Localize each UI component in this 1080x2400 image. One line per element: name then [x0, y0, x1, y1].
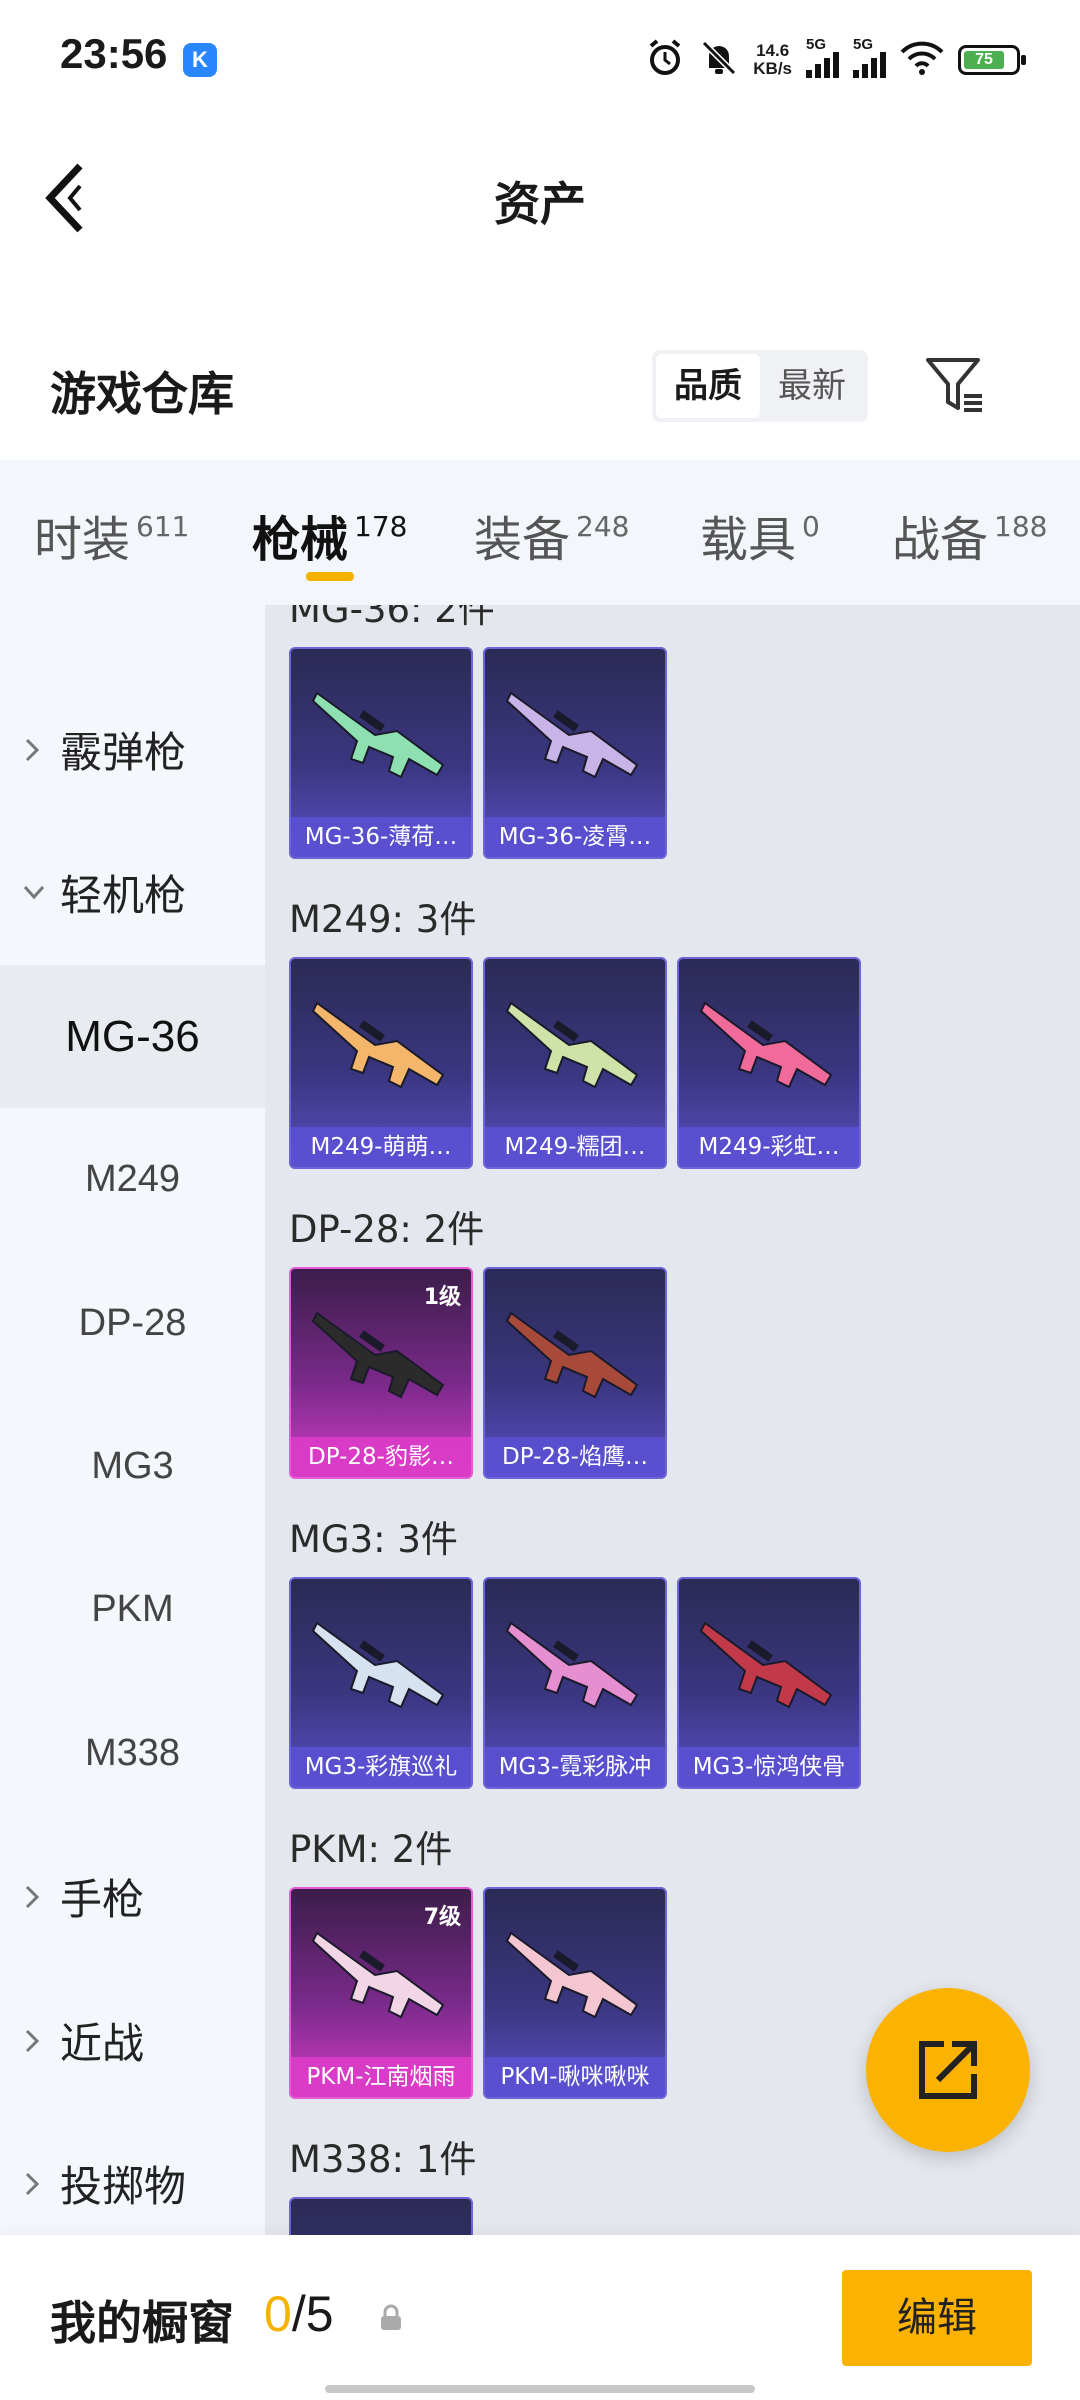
- chevron-down-icon: [23, 885, 45, 900]
- warehouse-title: 游戏仓库: [50, 367, 234, 421]
- sidebar-item-shotgun[interactable]: 霰弹枪: [0, 678, 265, 821]
- item-card[interactable]: MG3-霓彩脉冲: [483, 1577, 667, 1789]
- showcase-title: 我的橱窗: [50, 2296, 234, 2350]
- lock-icon: [381, 2304, 401, 2330]
- network-speed: 14.6 KB/s: [753, 41, 792, 78]
- weapon-skin-image: [311, 1931, 445, 2019]
- tab-equipment[interactable]: 装备 248: [474, 500, 629, 570]
- sort-quality-option[interactable]: 品质: [656, 354, 760, 418]
- item-card[interactable]: 1级 DP-28-豹影…: [289, 1267, 473, 1479]
- item-card[interactable]: M249-糯团…: [483, 957, 667, 1169]
- sidebar-item-dp28[interactable]: DP-28: [0, 1252, 265, 1395]
- chevron-right-icon: [25, 2029, 40, 2053]
- item-card[interactable]: MG-36-薄荷…: [289, 647, 473, 859]
- item-card[interactable]: M249-萌萌…: [289, 957, 473, 1169]
- group-label: DP-28: 2件: [289, 1208, 485, 1251]
- weapon-skin-image: [505, 1931, 639, 2019]
- clock: 23:56: [60, 30, 168, 77]
- sidebar-item-mg36[interactable]: MG-36: [0, 965, 265, 1108]
- weapon-skin-image: [305, 2223, 461, 2235]
- home-indicator: [325, 2385, 755, 2393]
- filter-icon: [926, 358, 982, 412]
- sidebar-item-pkm[interactable]: PKM: [0, 1538, 265, 1681]
- item-card[interactable]: PKM-啾咪啾咪: [483, 1887, 667, 2099]
- sidebar-item-mg3[interactable]: MG3: [0, 1395, 265, 1538]
- weapon-skin-image: [311, 691, 445, 779]
- sort-newest-option[interactable]: 最新: [760, 354, 864, 418]
- weapon-skin-image: [505, 1001, 639, 1089]
- tab-vehicles[interactable]: 载具 0: [700, 500, 820, 570]
- app-header: 资产: [0, 120, 1080, 270]
- sort-toggle: 品质 最新: [652, 350, 868, 422]
- weapon-skin-image: [699, 1621, 833, 1709]
- battery-icon: 75: [958, 45, 1026, 75]
- group-label: MG-36: 2件: [289, 605, 495, 631]
- tab-firearms[interactable]: 枪械 178: [252, 500, 407, 570]
- weapon-skin-image: [505, 1311, 639, 1399]
- weapon-skin-image: [505, 1621, 639, 1709]
- share-external-icon: [919, 2041, 977, 2099]
- group-label: PKM: 2件: [289, 1828, 453, 1871]
- sidebar-item-melee[interactable]: 近战: [0, 1969, 265, 2112]
- group-label: M249: 3件: [289, 898, 477, 941]
- item-card[interactable]: MG-36-凌霄…: [483, 647, 667, 859]
- weapon-skin-image: [505, 691, 639, 779]
- category-tabs: 时装 611 枪械 178 装备 248 载具 0 战备 188: [0, 460, 1080, 605]
- edit-button[interactable]: 编辑: [842, 2270, 1032, 2366]
- showcase-bar: 我的橱窗 0/5 编辑: [0, 2235, 1080, 2400]
- sidebar-item-throwables[interactable]: 投掷物: [0, 2112, 265, 2235]
- weapon-skin-image: [311, 1311, 445, 1399]
- weapon-skin-image: [311, 1621, 445, 1709]
- sidebar-item-m338[interactable]: M338: [0, 1682, 265, 1825]
- item-level-badge: 1级: [423, 1285, 461, 1310]
- item-card[interactable]: MG3-惊鸿侠骨: [677, 1577, 861, 1789]
- sidebar-item-pistol[interactable]: 手枪: [0, 1825, 265, 1968]
- item-card[interactable]: [289, 2197, 473, 2235]
- item-level-badge: 7级: [423, 1905, 461, 1930]
- item-card[interactable]: DP-28-焰鹰…: [483, 1267, 667, 1479]
- item-card[interactable]: MG3-彩旗巡礼: [289, 1577, 473, 1789]
- item-card[interactable]: 7级 PKM-江南烟雨: [289, 1887, 473, 2099]
- wifi-icon: [900, 40, 944, 80]
- sidebar-item-m249[interactable]: M249: [0, 1108, 265, 1251]
- tab-fashion[interactable]: 时装 611: [34, 500, 189, 570]
- alarm-icon: [645, 38, 685, 82]
- chevron-right-icon: [25, 2172, 40, 2196]
- app-notification-icon: K: [183, 43, 217, 77]
- weapon-category-sidebar: 霰弹枪 轻机枪 MG-36 M249 DP-28 MG3 PKM M338 手枪…: [0, 605, 265, 2235]
- weapon-skin-image: [311, 1001, 445, 1089]
- group-label: MG3: 3件: [289, 1518, 458, 1561]
- status-bar: 23:56 K 14.6 KB/s 5G 5G 75: [0, 0, 1080, 120]
- chevron-right-icon: [25, 738, 40, 762]
- signal-5g-1-icon: 5G: [806, 36, 839, 78]
- tab-gear[interactable]: 战备 188: [892, 500, 1047, 570]
- share-fab-button[interactable]: [866, 1988, 1030, 2152]
- mute-bell-icon: [699, 38, 739, 82]
- page-title: 资产: [494, 177, 586, 231]
- signal-5g-2-icon: 5G: [853, 36, 886, 78]
- filter-button[interactable]: [922, 352, 988, 418]
- sidebar-item-lmg[interactable]: 轻机枪: [0, 821, 265, 964]
- item-card[interactable]: M249-彩虹…: [677, 957, 861, 1169]
- showcase-count: 0/5: [264, 2286, 334, 2342]
- active-tab-indicator: [306, 572, 354, 581]
- group-label: M338: 1件: [289, 2138, 477, 2181]
- chevron-right-icon: [25, 1885, 40, 1909]
- weapon-skin-image: [699, 1001, 833, 1089]
